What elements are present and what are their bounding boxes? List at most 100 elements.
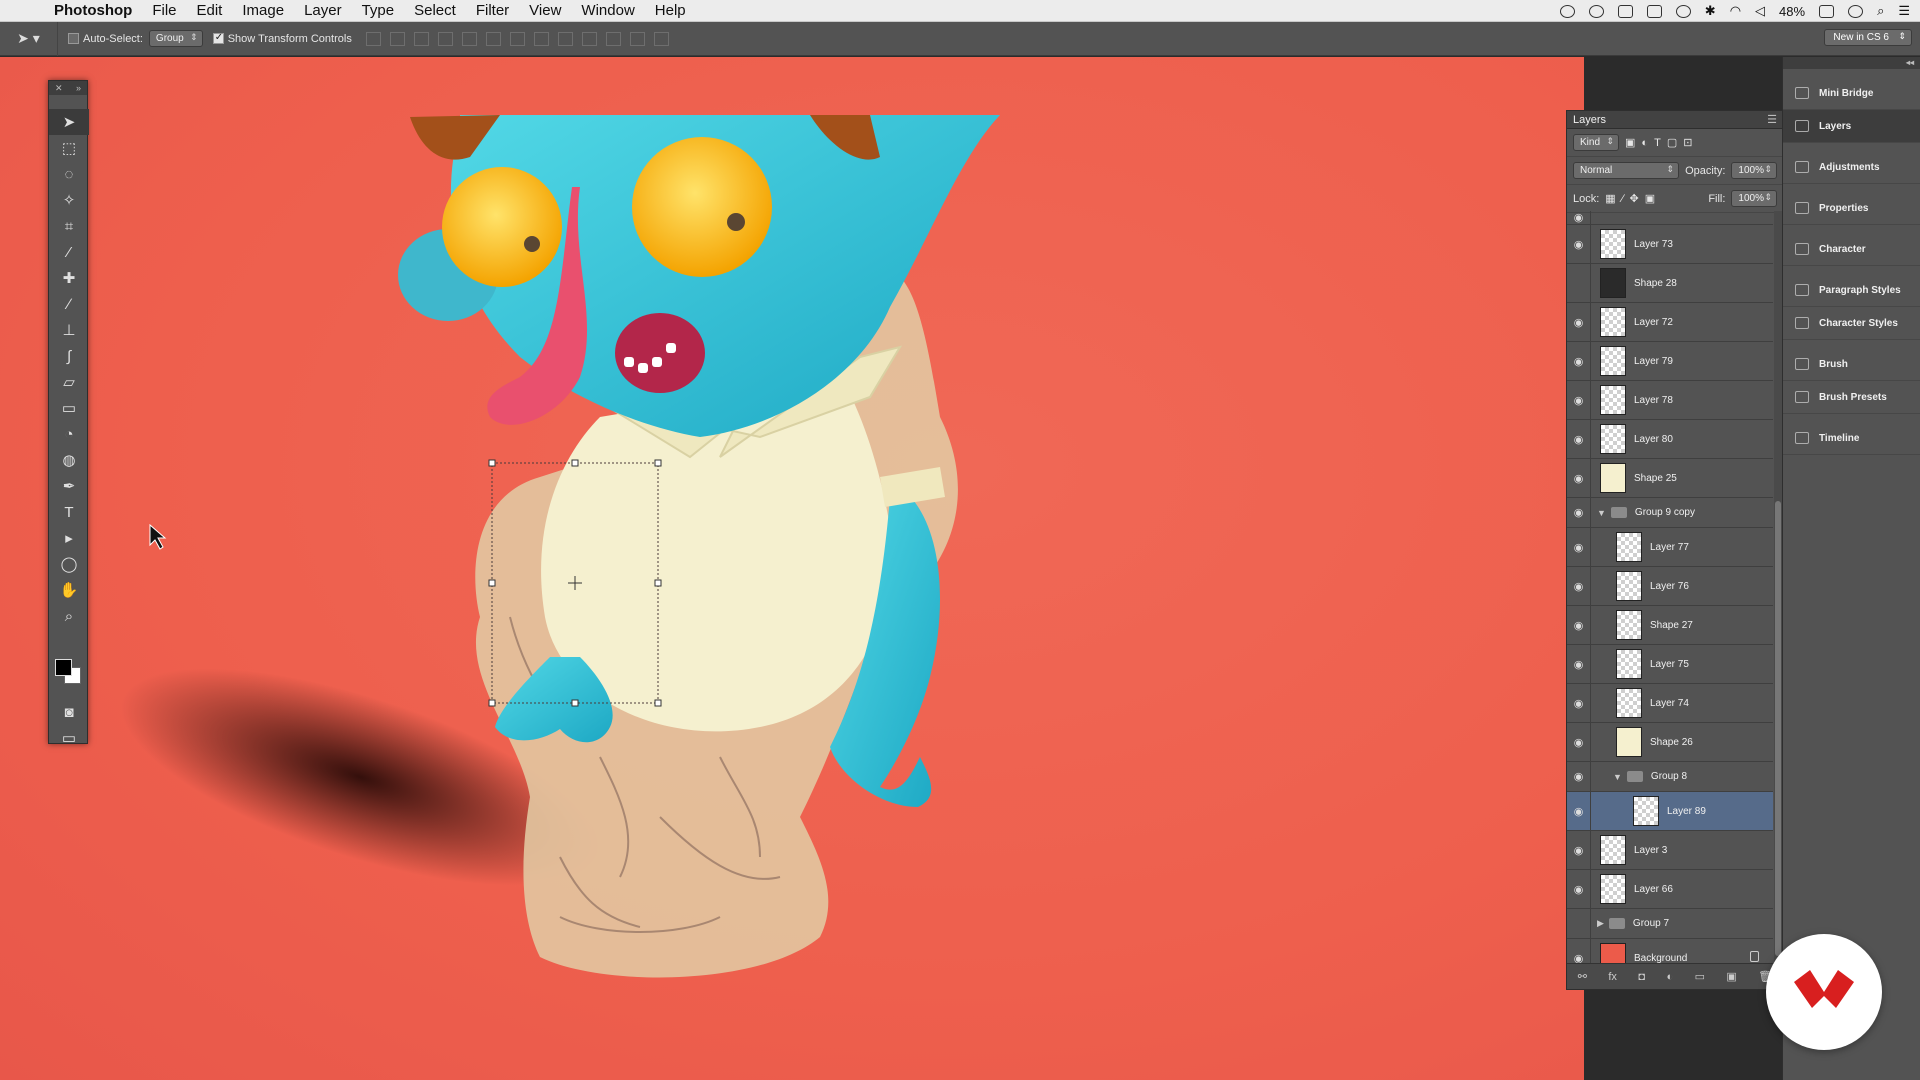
visibility-eye-icon[interactable]: ◉ [1567,420,1591,458]
menu-select[interactable]: Select [404,2,466,19]
blur-tool-icon[interactable]: ◔ [49,421,89,447]
layer-row[interactable]: ◉ Layer 76 [1567,567,1773,606]
zoom-tool-icon[interactable]: ⌕ [49,603,89,629]
magic-wand-tool-icon[interactable]: ✧ [49,187,89,213]
record-icon[interactable] [1588,4,1604,18]
fill-input[interactable]: 100% [1731,190,1777,207]
auto-select-checkbox[interactable] [68,33,79,44]
filter-smart-object-icon[interactable]: ⊡ [1683,136,1692,149]
clock-icon[interactable] [1848,4,1864,18]
menu-type[interactable]: Type [352,2,405,19]
lasso-tool-icon[interactable]: ◌ [49,161,89,187]
layer-row[interactable]: ◉ Layer 3 [1567,831,1773,870]
layer-row[interactable]: ◉ Layer 73 [1567,225,1773,264]
dock-layers[interactable]: Layers [1783,110,1920,143]
airplay-icon[interactable] [1646,4,1662,18]
time-machine-icon[interactable] [1675,4,1691,18]
dock-brush-presets[interactable]: Brush Presets [1783,381,1920,414]
visibility-eye-icon[interactable]: ◉ [1567,342,1591,380]
close-icon[interactable]: ✕ [55,81,63,95]
layer-row[interactable]: ◉ Layer 74 [1567,684,1773,723]
align-left-icon[interactable] [437,31,453,46]
visibility-eye-icon[interactable]: ◉ [1567,870,1591,908]
clone-stamp-tool-icon[interactable]: ⊥ [49,317,89,343]
eyedropper-tool-icon[interactable]: ⁄ [49,239,89,265]
layer-row[interactable]: ◉ Layer 78 [1567,381,1773,420]
document-canvas[interactable] [0,57,1584,1080]
layer-row[interactable]: ◉ Shape 26 [1567,723,1773,762]
foreground-color-swatch[interactable] [55,659,72,676]
scrollbar-thumb[interactable] [1775,501,1781,956]
layer-row[interactable]: ◉ Layer 80 [1567,420,1773,459]
dock-character[interactable]: Character [1783,233,1920,266]
auto-select-dropdown[interactable]: Group [148,30,203,47]
visibility-eye-icon[interactable]: ◉ [1567,939,1591,966]
adobe-icon[interactable] [1617,4,1633,18]
move-tool-preset-icon[interactable]: ➤ ▾ [0,21,58,56]
quick-mask-icon[interactable]: ◙ [49,699,89,725]
visibility-eye-icon[interactable]: ◉ [1567,498,1591,527]
dock-collapse-icon[interactable]: ◂◂ [1783,57,1920,69]
adjustment-layer-icon[interactable]: ◐ [1666,971,1673,983]
layer-style-fx-icon[interactable]: fx [1608,971,1617,983]
dock-timeline[interactable]: Timeline [1783,422,1920,455]
menu-view[interactable]: View [519,2,571,19]
notification-center-icon[interactable]: ☰ [1898,3,1910,19]
align-hcenter-icon[interactable] [461,31,477,46]
bluetooth-icon[interactable]: ✱ [1705,3,1716,19]
visibility-eye-icon[interactable]: ◉ [1567,381,1591,419]
align-top-icon[interactable] [365,31,381,46]
layer-row[interactable]: ◉ Layer 75 [1567,645,1773,684]
tools-panel-header[interactable]: ✕» [49,81,87,95]
align-bottom-icon[interactable] [413,31,429,46]
visibility-eye-icon[interactable]: ◉ [1567,831,1591,869]
show-transform-checkbox[interactable] [212,33,224,44]
opacity-input[interactable]: 100% [1731,162,1777,179]
move-tool-icon[interactable]: ➤ [49,109,89,135]
group-row[interactable]: ◉ ▶ Group 7 [1567,909,1773,939]
visibility-eye-icon[interactable]: ◉ [1567,684,1591,722]
hand-tool-icon[interactable]: ✋ [49,577,89,603]
menu-image[interactable]: Image [232,2,294,19]
menu-file[interactable]: File [142,2,186,19]
expand-triangle-icon[interactable]: ▶ [1597,918,1604,929]
expand-triangle-icon[interactable]: ▼ [1613,772,1622,782]
new-layer-icon[interactable]: ▣ [1726,970,1736,983]
brush-tool-icon[interactable]: ∕ [49,291,89,317]
lock-all-icon[interactable]: ▣ [1645,192,1655,205]
distribute-vcenter-icon[interactable] [533,31,549,46]
new-group-icon[interactable]: ▭ [1695,970,1705,983]
marquee-tool-icon[interactable]: ⬚ [49,135,89,161]
lock-pixels-icon[interactable]: ∕ [1622,193,1624,205]
dock-properties[interactable]: Properties [1783,192,1920,225]
layer-row[interactable]: ◉ Layer 72 [1567,303,1773,342]
visibility-eye-icon[interactable]: ◉ [1567,459,1591,497]
menu-filter[interactable]: Filter [466,2,519,19]
align-vcenter-icon[interactable] [389,31,405,46]
panel-menu-icon[interactable]: ☰ [1767,113,1783,126]
lock-transparent-icon[interactable]: ▦ [1605,192,1615,205]
layers-scrollbar[interactable] [1774,211,1782,966]
filter-shape-icon[interactable]: ▢ [1667,136,1677,149]
layer-row[interactable]: ◉ Background [1567,939,1773,966]
distribute-right-icon[interactable] [629,31,645,46]
visibility-eye-icon[interactable]: ◉ [1567,606,1591,644]
eraser-tool-icon[interactable]: ▱ [49,369,89,395]
distribute-hcenter-icon[interactable] [605,31,621,46]
layer-row[interactable]: ◉ Shape 27 [1567,606,1773,645]
visibility-eye-icon[interactable]: ◉ [1567,225,1591,263]
healing-brush-tool-icon[interactable]: ✚ [49,265,89,291]
layer-row-partial[interactable]: ◉ [1567,211,1773,225]
layers-panel-tab[interactable]: Layers ☰ [1567,111,1783,129]
collapse-icon[interactable]: » [76,81,81,95]
filter-kind-dropdown[interactable]: Kind [1573,134,1620,151]
gradient-tool-icon[interactable]: ▭ [49,395,89,421]
auto-align-icon[interactable] [653,31,669,46]
type-tool-icon[interactable]: T [49,499,89,525]
dock-mini-bridge[interactable]: Mini Bridge [1783,77,1920,110]
group-row[interactable]: ◉ ▼ Group 8 [1567,762,1773,792]
layer-row[interactable]: ◉ Layer 79 [1567,342,1773,381]
history-brush-tool-icon[interactable]: ∫ [49,343,89,369]
distribute-left-icon[interactable] [581,31,597,46]
distribute-bottom-icon[interactable] [557,31,573,46]
